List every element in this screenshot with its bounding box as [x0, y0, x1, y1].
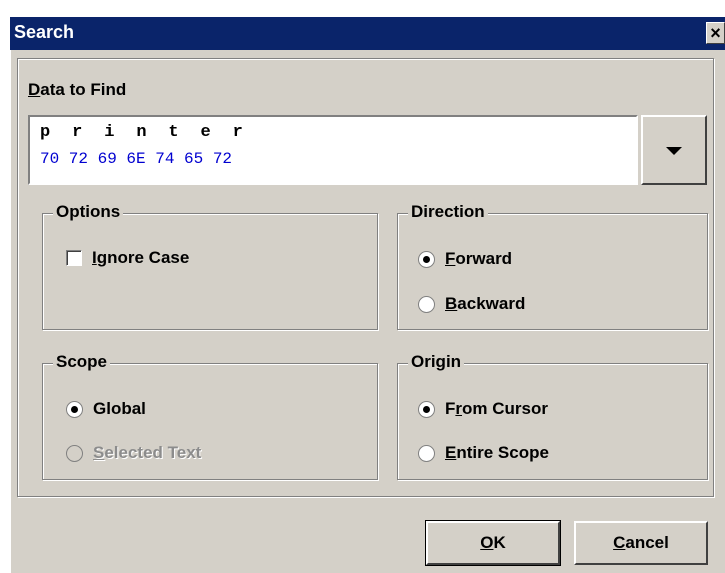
close-button[interactable]: × — [706, 22, 725, 44]
history-dropdown-button[interactable] — [641, 115, 707, 185]
selected-text-label: Selected Text — [93, 443, 202, 462]
direction-group-title: Direction — [408, 202, 488, 222]
options-group-title: Options — [53, 202, 124, 222]
ok-button-label: OK — [480, 533, 506, 552]
global-radio[interactable]: Global — [66, 399, 146, 419]
title-bar[interactable]: Search × — [10, 17, 725, 50]
from-cursor-label: From Cursor — [445, 399, 548, 418]
checkbox-icon — [66, 250, 82, 266]
selected-text-radio: Selected Text — [66, 443, 201, 463]
radio-selected-icon — [66, 400, 83, 418]
entire-scope-radio[interactable]: Entire Scope — [418, 443, 549, 463]
scope-group-title: Scope — [53, 352, 111, 372]
backward-label: Backward — [445, 294, 526, 313]
data-to-find-label: Data to Find — [28, 80, 127, 99]
entire-scope-label: Entire Scope — [445, 443, 549, 462]
cancel-button-label: Cancel — [613, 533, 669, 552]
search-hex-values: 70 72 69 6E 74 65 72 — [40, 150, 233, 168]
search-characters: p r i n t e r — [40, 123, 244, 142]
global-label: Global — [93, 399, 146, 418]
chevron-down-icon — [666, 147, 682, 155]
radio-selected-icon — [418, 250, 435, 268]
close-icon: × — [710, 23, 721, 43]
ok-button[interactable]: OK — [425, 520, 561, 566]
radio-unselected-icon — [418, 444, 435, 462]
cancel-button[interactable]: Cancel — [574, 521, 708, 565]
radio-selected-icon — [418, 400, 435, 418]
window-title: Search — [14, 22, 75, 42]
forward-radio[interactable]: Forward — [418, 249, 512, 269]
options-group: Options — [42, 202, 378, 330]
origin-group-title: Origin — [408, 352, 465, 372]
ignore-case-checkbox[interactable]: Ignore Case — [66, 248, 189, 268]
from-cursor-radio[interactable]: From Cursor — [418, 399, 548, 419]
forward-label: Forward — [445, 249, 513, 268]
radio-disabled-icon — [66, 444, 83, 462]
backward-radio[interactable]: Backward — [418, 294, 525, 314]
ignore-case-label: Ignore Case — [92, 248, 190, 267]
data-to-find-input[interactable]: p r i n t e r 70 72 69 6E 74 65 72 — [28, 115, 638, 185]
radio-unselected-icon — [418, 295, 435, 313]
